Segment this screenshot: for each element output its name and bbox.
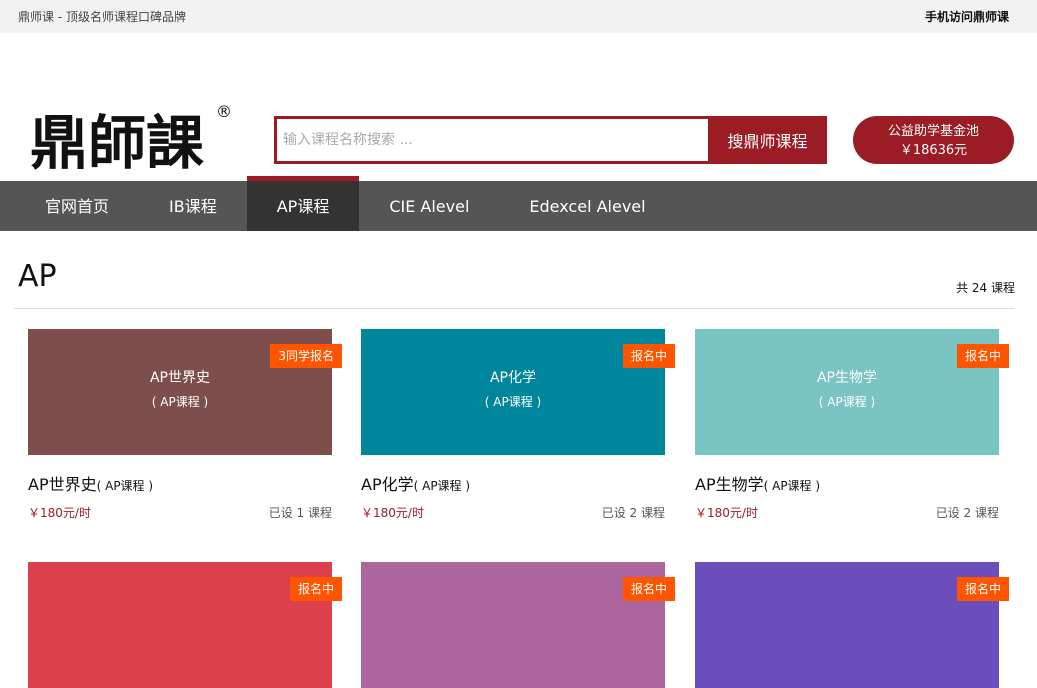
course-category: ( AP课程 ) <box>96 479 154 493</box>
course-meta: ￥180元/时 已设 2 课程 <box>361 504 665 521</box>
course-category: ( AP课程 ) <box>763 479 821 493</box>
section-title: AP <box>18 259 57 294</box>
header: 鼎師課 ® 搜鼎师课程 公益助学基金池 ￥18636元 <box>0 33 1037 181</box>
course-card[interactable]: AP化学 ( AP课程 ) 报名中 AP化学( AP课程 ) ￥180元/时 已… <box>361 329 675 521</box>
top-bar: 鼎师课 - 顶级名师课程口碑品牌 手机访问鼎师课 <box>0 0 1037 33</box>
site-tagline: 鼎师课 - 顶级名师课程口碑品牌 <box>18 10 186 24</box>
course-thumbnail[interactable]: 报名中 <box>28 562 342 688</box>
course-name[interactable]: AP化学( AP课程 ) <box>361 471 665 495</box>
status-badge: 报名中 <box>622 577 675 601</box>
course-meta: ￥180元/时 已设 2 课程 <box>695 504 999 521</box>
course-card[interactable]: AP世界史 ( AP课程 ) 3同学报名 AP世界史( AP课程 ) ￥180元… <box>28 329 342 521</box>
search-input[interactable] <box>274 116 708 164</box>
course-name-text: AP世界史 <box>28 475 97 494</box>
thumb-title: AP化学 <box>489 370 537 386</box>
course-price: ￥180元/时 <box>361 506 424 520</box>
course-name[interactable]: AP生物学( AP课程 ) <box>695 471 999 495</box>
search-button[interactable]: 搜鼎师课程 <box>708 116 827 164</box>
fund-title: 公益助学基金池 <box>887 124 979 139</box>
logo-text: 鼎師課 <box>30 109 204 171</box>
nav-item-cie-alevel[interactable]: CIE Alevel <box>359 181 499 231</box>
nav-item-ap[interactable]: AP课程 <box>246 176 360 231</box>
thumb-subtitle: ( AP课程 ) <box>484 395 542 409</box>
course-sessions: 已设 1 课程 <box>268 506 332 520</box>
fund-amount: ￥18636元 <box>899 143 968 158</box>
main-nav: 官网首页 IB课程 AP课程 CIE Alevel Edexcel Alevel <box>0 176 1037 231</box>
course-meta: ￥180元/时 已设 1 课程 <box>28 504 332 521</box>
course-thumbnail[interactable]: AP化学 ( AP课程 ) 报名中 <box>361 329 675 455</box>
course-name-text: AP生物学 <box>695 475 764 494</box>
course-category: ( AP课程 ) <box>413 479 471 493</box>
course-thumbnail[interactable]: 报名中 <box>361 562 675 688</box>
status-badge: 报名中 <box>956 344 1009 368</box>
course-card[interactable]: AP生物学 ( AP课程 ) 报名中 AP生物学( AP课程 ) ￥180元/时… <box>695 329 1009 521</box>
course-count: 共 24 课程 <box>956 281 1015 295</box>
status-badge: 报名中 <box>622 344 675 368</box>
nav-item-home[interactable]: 官网首页 <box>15 181 139 231</box>
section-header: AP 共 24 课程 <box>14 231 1015 309</box>
course-sessions: 已设 2 课程 <box>601 506 665 520</box>
course-name[interactable]: AP世界史( AP课程 ) <box>28 471 332 495</box>
course-price: ￥180元/时 <box>28 506 91 520</box>
search-bar: 搜鼎师课程 <box>274 116 827 164</box>
course-thumbnail[interactable]: AP世界史 ( AP课程 ) 3同学报名 <box>28 329 342 455</box>
course-thumbnail[interactable]: 报名中 <box>695 562 1009 688</box>
course-card[interactable]: 报名中 <box>361 562 675 688</box>
thumb-title: AP世界史 <box>149 370 211 386</box>
course-sessions: 已设 2 课程 <box>935 506 999 520</box>
nav-item-edexcel-alevel[interactable]: Edexcel Alevel <box>499 181 675 231</box>
status-badge: 报名中 <box>956 577 1009 601</box>
site-logo[interactable]: 鼎師課 ® <box>30 101 235 171</box>
course-card[interactable]: 报名中 <box>28 562 342 688</box>
fund-pool-button[interactable]: 公益助学基金池 ￥18636元 <box>853 116 1014 164</box>
course-price: ￥180元/时 <box>695 506 758 520</box>
course-name-text: AP化学 <box>361 475 414 494</box>
thumb-subtitle: ( AP课程 ) <box>818 395 876 409</box>
registered-mark: ® <box>216 102 232 121</box>
thumb-subtitle: ( AP课程 ) <box>151 395 209 409</box>
course-thumbnail[interactable]: AP生物学 ( AP课程 ) 报名中 <box>695 329 1009 455</box>
status-badge: 报名中 <box>289 577 342 601</box>
status-badge: 3同学报名 <box>270 344 342 368</box>
course-card[interactable]: 报名中 <box>695 562 1009 688</box>
thumb-title: AP生物学 <box>816 370 878 386</box>
nav-item-ib[interactable]: IB课程 <box>139 181 247 231</box>
mobile-access-link[interactable]: 手机访问鼎师课 <box>925 8 1009 25</box>
